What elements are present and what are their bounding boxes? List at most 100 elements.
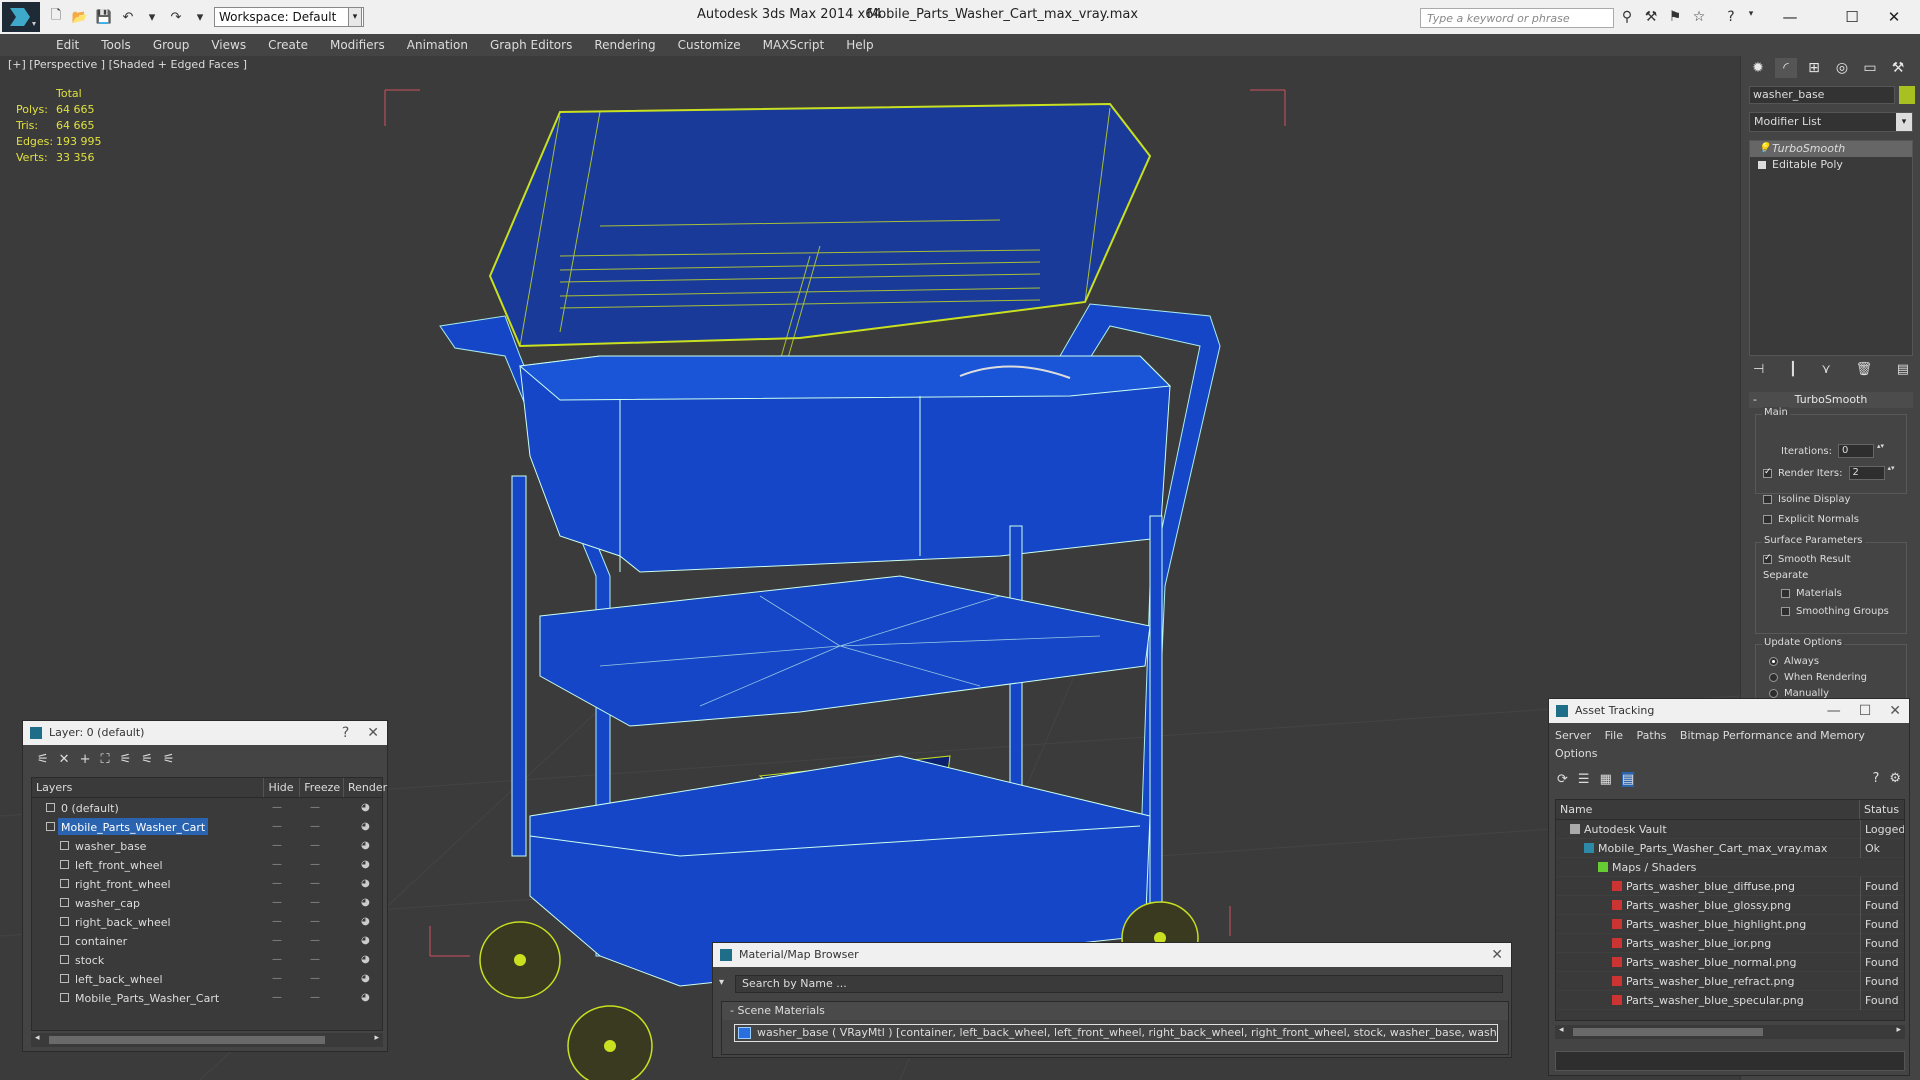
render-toggle-icon[interactable]: ◕ [361, 817, 370, 836]
render-toggle-icon[interactable]: ◕ [361, 988, 370, 1007]
layer-row[interactable]: container — — ◕ [32, 931, 382, 950]
layer-name[interactable]: right_back_wheel [72, 913, 174, 930]
asset-row[interactable]: Parts_washer_blue_ior.png Found [1556, 934, 1904, 953]
hide-toggle-icon[interactable]: — [272, 817, 282, 836]
freeze-toggle-icon[interactable]: — [310, 874, 320, 893]
thumbnail-view-icon[interactable]: ▦ [1600, 772, 1612, 787]
freeze-toggle-icon[interactable]: — [310, 893, 320, 912]
expand-icon[interactable] [1758, 161, 1766, 169]
undo-dropdown-icon[interactable]: ▾ [142, 8, 162, 26]
settings-icon[interactable]: ⚙ [1889, 771, 1901, 786]
display-tab-icon[interactable]: ▭ [1859, 58, 1881, 78]
layer-name[interactable]: right_front_wheel [72, 875, 174, 892]
table-view-icon[interactable]: ▤ [1621, 771, 1635, 787]
freeze-toggle-icon[interactable]: — [310, 817, 320, 836]
asset-row[interactable]: Parts_washer_blue_normal.png Found [1556, 953, 1904, 972]
render-toggle-icon[interactable]: ◕ [361, 893, 370, 912]
menu-tools[interactable]: Tools [101, 34, 131, 56]
minimize-icon[interactable]: — [1827, 699, 1841, 723]
highlight-layer-icon[interactable]: ⚟ [120, 752, 132, 767]
render-toggle-icon[interactable]: ◕ [361, 912, 370, 931]
asset-menu-bitmap[interactable]: Bitmap Performance and Memory [1680, 729, 1865, 742]
refresh-icon[interactable]: ⟳ [1557, 772, 1568, 787]
redo-dropdown-icon[interactable]: ▾ [190, 8, 210, 26]
scroll-right-icon[interactable]: ▸ [374, 1033, 379, 1043]
freeze-toggle-icon[interactable]: — [310, 931, 320, 950]
render-toggle-icon[interactable]: ◕ [361, 969, 370, 988]
workspace-more-button[interactable]: ▾ [348, 7, 362, 27]
asset-menu-server[interactable]: Server [1555, 729, 1591, 742]
render-toggle-icon[interactable]: ◕ [361, 855, 370, 874]
hide-toggle-icon[interactable]: — [272, 988, 282, 1007]
asset-row[interactable]: Parts_washer_blue_highlight.png Found [1556, 915, 1904, 934]
layer-name[interactable]: Mobile_Parts_Washer_Cart [72, 989, 222, 1006]
smooth-result-checkbox[interactable] [1763, 553, 1772, 564]
menu-graph-editors[interactable]: Graph Editors [490, 34, 572, 56]
asset-menu-file[interactable]: File [1605, 729, 1623, 742]
hide-toggle-icon[interactable]: — [272, 798, 282, 817]
remove-modifier-icon[interactable]: 🗑 [1856, 362, 1873, 386]
utilities-tab-icon[interactable]: ⚒ [1887, 58, 1909, 78]
lightbulb-icon[interactable]: 💡 [1758, 141, 1770, 154]
favorites-star-icon[interactable]: ☆ [1690, 9, 1708, 27]
help-icon[interactable]: ? [1872, 771, 1879, 786]
asset-menu-paths[interactable]: Paths [1637, 729, 1667, 742]
modifier-list-dropdown[interactable]: Modifier List ▾ [1749, 112, 1913, 132]
freeze-toggle-icon[interactable]: — [310, 969, 320, 988]
app-logo-icon[interactable] [2, 2, 40, 32]
layer-window-titlebar[interactable]: Layer: 0 (default) ? ✕ [23, 721, 387, 745]
asset-row[interactable]: Parts_washer_blue_refract.png Found [1556, 972, 1904, 991]
help-icon[interactable]: ? [342, 721, 349, 745]
save-icon[interactable]: 💾 [94, 8, 114, 26]
hide-all-icon[interactable]: ⚟ [141, 752, 153, 767]
menu-views[interactable]: Views [211, 34, 246, 56]
stack-item-editable-poly[interactable]: Editable Poly [1750, 157, 1912, 173]
add-to-layer-icon[interactable]: + [80, 752, 91, 767]
new-file-icon[interactable]: 🗋 [46, 8, 66, 26]
asset-row[interactable]: Autodesk Vault Logged O [1556, 820, 1904, 839]
search-options-icon[interactable]: ▾ [719, 977, 724, 988]
close-icon[interactable]: ✕ [1491, 943, 1503, 967]
layers-scrollbar[interactable]: ◂ ▸ [31, 1033, 383, 1047]
menu-edit[interactable]: Edit [56, 34, 79, 56]
assets-scrollbar[interactable]: ◂ ▸ [1555, 1025, 1905, 1039]
render-iters-checkbox[interactable] [1763, 467, 1772, 478]
hide-toggle-icon[interactable]: — [272, 931, 282, 950]
make-unique-icon[interactable]: ⋎ [1821, 362, 1831, 386]
always-radio[interactable] [1769, 657, 1778, 666]
hierarchy-tab-icon[interactable]: ⊞ [1803, 58, 1825, 78]
asset-path-field[interactable] [1555, 1051, 1905, 1071]
object-color-swatch[interactable] [1899, 86, 1915, 104]
open-file-icon[interactable]: 📂 [70, 8, 90, 26]
layer-row[interactable]: Mobile_Parts_Washer_Cart — — ◕ [32, 988, 382, 1007]
scroll-right-icon[interactable]: ▸ [1896, 1025, 1901, 1035]
maximize-button[interactable]: ☐ [1832, 5, 1872, 29]
freeze-toggle-icon[interactable]: — [310, 988, 320, 1007]
close-button[interactable]: ✕ [1874, 5, 1914, 29]
asset-row[interactable]: Parts_washer_blue_diffuse.png Found [1556, 877, 1904, 896]
asset-row[interactable]: Maps / Shaders [1556, 858, 1904, 877]
explicit-normals-checkbox[interactable] [1763, 515, 1772, 524]
layer-name[interactable]: stock [72, 951, 107, 968]
smoothing-groups-checkbox[interactable] [1781, 607, 1790, 616]
asset-row[interactable]: Parts_washer_blue_specular.png Found [1556, 991, 1904, 1010]
close-icon[interactable]: ✕ [1889, 699, 1901, 723]
binoculars-icon[interactable]: ⚲ [1618, 9, 1636, 27]
manually-radio[interactable] [1769, 689, 1778, 698]
hide-toggle-icon[interactable]: — [272, 855, 282, 874]
layer-name[interactable]: left_front_wheel [72, 856, 166, 873]
help-icon[interactable]: ? [1722, 9, 1740, 27]
isoline-checkbox[interactable] [1763, 495, 1772, 504]
render-toggle-icon[interactable]: ◕ [361, 931, 370, 950]
minimize-button[interactable]: — [1770, 5, 1810, 29]
layer-row[interactable]: 0 (default) — — ◕ [32, 798, 382, 817]
layer-row[interactable]: washer_base — — ◕ [32, 836, 382, 855]
hide-toggle-icon[interactable]: — [272, 893, 282, 912]
render-toggle-icon[interactable]: ◕ [361, 798, 370, 817]
select-objects-icon[interactable]: ⛶ [100, 752, 109, 767]
iterations-spinner[interactable]: 0 [1838, 443, 1885, 458]
asset-menu-options[interactable]: Options [1555, 747, 1597, 760]
hide-toggle-icon[interactable]: — [272, 874, 282, 893]
keyword-search-input[interactable]: Type a keyword or phrase [1420, 8, 1614, 28]
render-iters-spinner[interactable]: 2 [1848, 465, 1896, 480]
